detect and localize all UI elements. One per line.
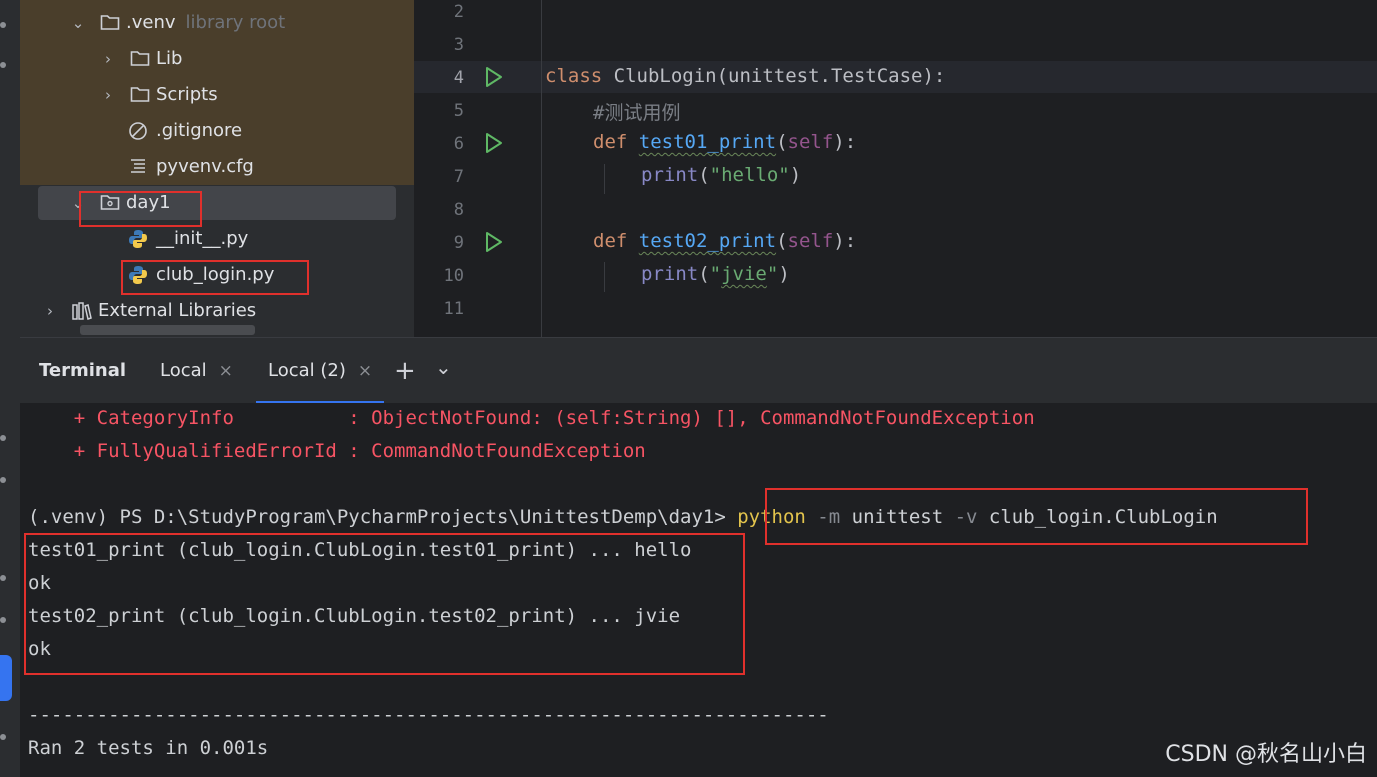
function-name: test02_print (638, 230, 777, 252)
tool-icon[interactable] (0, 22, 6, 28)
config-file-icon (131, 159, 145, 173)
run-icon[interactable] (484, 231, 504, 253)
tool-icon[interactable] (0, 734, 6, 740)
paren: ): (833, 131, 857, 153)
string: jvie (721, 263, 767, 285)
annotation-box (24, 533, 745, 675)
folder-icon (100, 15, 120, 30)
tree-label: External Libraries (98, 300, 257, 321)
close-icon[interactable]: × (219, 361, 233, 381)
run-icon[interactable] (484, 66, 504, 88)
tool-icon[interactable] (0, 435, 6, 441)
line-number: 6 (453, 134, 464, 154)
tool-icon[interactable] (0, 617, 6, 623)
tool-icon[interactable] (0, 62, 6, 68)
line-number: 11 (443, 299, 464, 319)
tab-label: Local (160, 360, 207, 381)
chevron-down-icon[interactable]: ⌄ (68, 8, 88, 38)
library-icon (72, 302, 92, 320)
chevron-right-icon[interactable]: › (98, 80, 118, 110)
indent-guide (604, 164, 605, 194)
ignore-file-icon (129, 122, 147, 140)
code-line: print("jvie") (641, 263, 790, 285)
line-number: 8 (453, 200, 464, 220)
annotation-box (765, 488, 1308, 545)
tree-label: .venv (126, 12, 176, 33)
line-number: 4 (453, 68, 464, 88)
code-line: def test02_print(self): (593, 230, 856, 252)
self-param: self (787, 230, 834, 252)
code-editor[interactable]: 2 3 4 5 6 7 8 9 10 11 class ClubLogin(un… (414, 0, 1377, 337)
keyword: class (545, 65, 603, 87)
tab-label: Local (2) (268, 360, 346, 381)
paren: ( (698, 263, 710, 285)
gutter-separator (541, 0, 542, 337)
separator-line: ----------------------------------------… (28, 704, 829, 726)
tree-label: .gitignore (156, 120, 243, 141)
python-file-icon (129, 230, 147, 248)
string: " (766, 263, 779, 285)
annotation-box (79, 191, 202, 227)
line-number: 9 (453, 233, 464, 253)
paren: ): (833, 230, 857, 252)
tool-icon[interactable] (0, 575, 6, 581)
indent-guide (604, 262, 605, 292)
function-name: test01_print (638, 131, 777, 153)
error-line: + FullyQualifiedErrorId : CommandNotFoun… (28, 440, 646, 462)
library-root-hint: library root (185, 12, 286, 33)
paren: ) (789, 164, 802, 186)
line-number: 7 (453, 167, 464, 187)
add-tab-icon[interactable]: + (394, 338, 416, 404)
tab-local-2[interactable]: Local (2) × (256, 338, 385, 404)
prompt: (.venv) PS D:\StudyProgram\PycharmProjec… (28, 506, 738, 528)
chevron-right-icon[interactable]: › (98, 44, 118, 74)
string: "hello" (709, 164, 790, 186)
project-horizontal-scrollbar[interactable] (80, 325, 255, 335)
chevron-down-icon[interactable]: ⌄ (435, 338, 452, 404)
code-line: class ClubLogin(unittest.TestCase): (545, 65, 945, 87)
close-icon[interactable]: × (358, 361, 372, 381)
folder-icon (130, 51, 150, 66)
tree-label: pyvenv.cfg (156, 156, 254, 177)
string: " (709, 263, 722, 285)
builtin: print (641, 263, 699, 285)
paren: ( (776, 230, 788, 252)
terminal-tab-bar: Terminal Local × Local (2) × + ⌄ (20, 337, 1377, 404)
annotation-box (121, 260, 309, 295)
tab-local[interactable]: Local × (160, 338, 233, 404)
run-icon[interactable] (484, 132, 504, 154)
builtin: print (641, 164, 699, 186)
folder-icon (130, 87, 150, 102)
code-line: def test01_print(self): (593, 131, 856, 153)
error-line: + CategoryInfo : ObjectNotFound: (self:S… (28, 407, 1035, 429)
terminal-title: Terminal (39, 360, 127, 381)
paren: ( (698, 164, 710, 186)
watermark: CSDN @秋名山小白 (1165, 742, 1367, 767)
activity-strip (0, 0, 20, 777)
paren: ) (778, 263, 790, 285)
line-number: 5 (453, 101, 464, 121)
tree-label: Lib (156, 48, 183, 69)
paren: ( (776, 131, 788, 153)
chevron-right-icon[interactable]: › (40, 296, 60, 326)
tool-icon[interactable] (0, 477, 6, 483)
keyword: def (593, 131, 628, 153)
line-number: 10 (443, 266, 464, 286)
summary-line: Ran 2 tests in 0.001s (28, 737, 269, 759)
line-number: 3 (453, 35, 464, 55)
comment: #测试用例 (593, 102, 681, 124)
line-number: 2 (453, 2, 464, 22)
keyword: def (593, 230, 628, 252)
class-declaration: ClubLogin(unittest.TestCase): (602, 65, 946, 87)
self-param: self (787, 131, 834, 153)
tree-label: __init__.py (156, 228, 249, 249)
tree-label: Scripts (156, 84, 218, 105)
code-line: #测试用例 (593, 98, 680, 125)
code-line: print("hello") (641, 164, 801, 186)
terminal-tool-icon[interactable] (0, 655, 12, 701)
